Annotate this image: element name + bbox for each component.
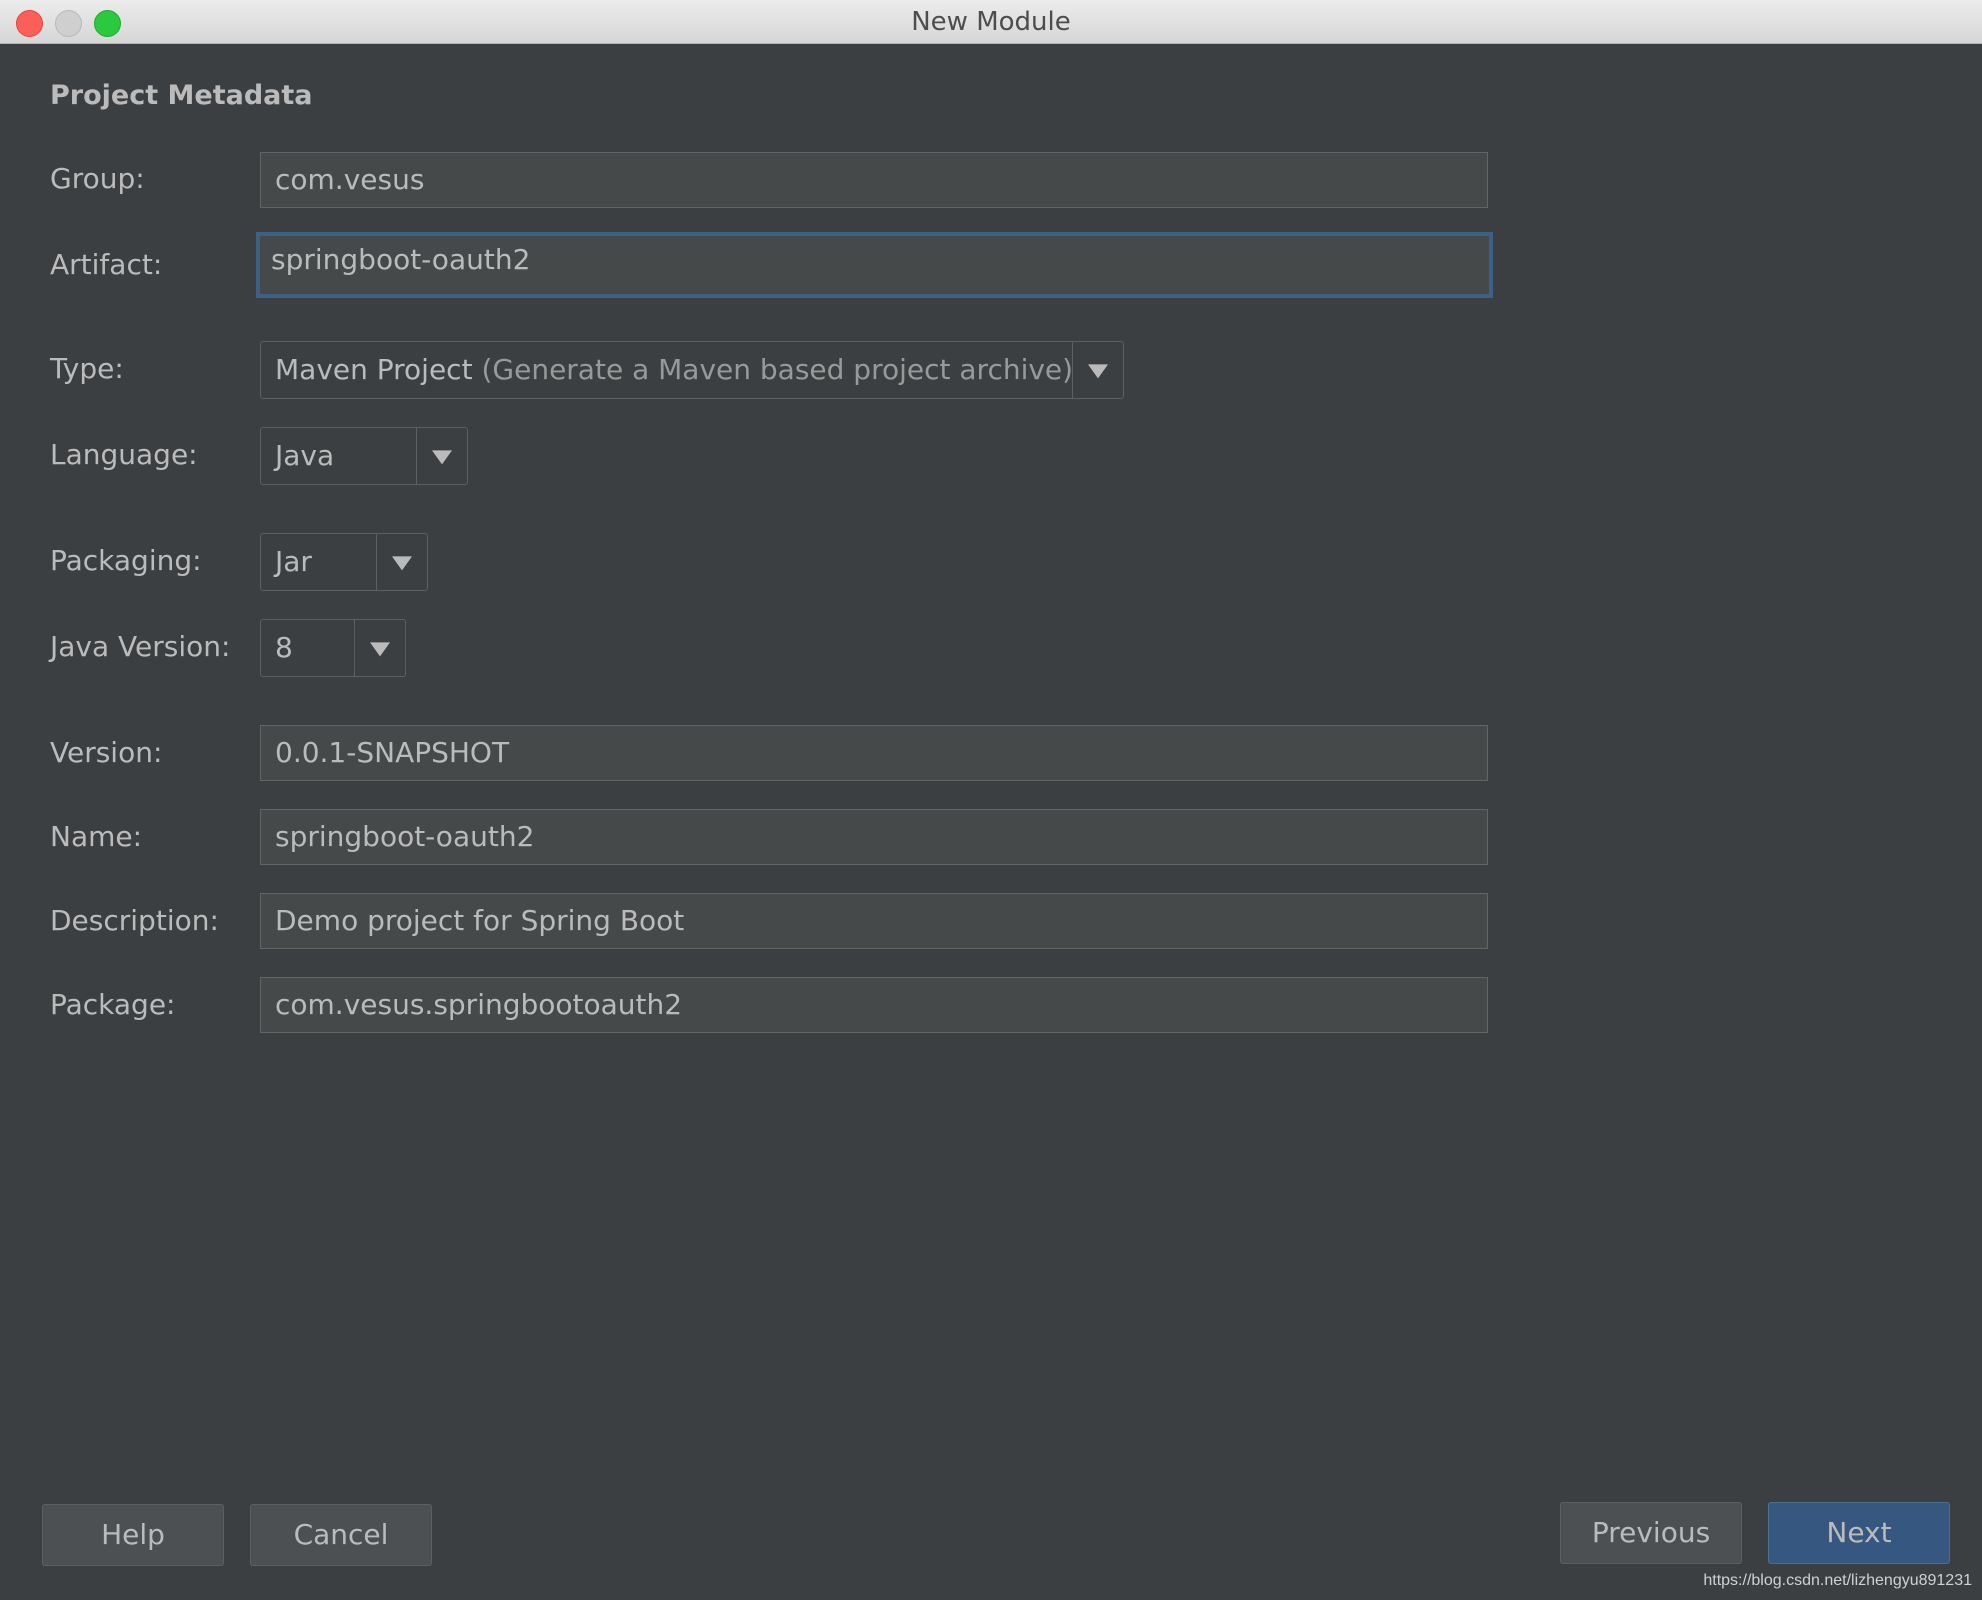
chevron-down-icon [370,642,390,657]
chevron-down-icon [392,556,412,571]
help-button[interactable]: Help [42,1504,224,1566]
language-value: Java [275,439,335,472]
packaging-value: Jar [275,545,312,578]
description-field[interactable]: Demo project for Spring Boot [260,893,1488,949]
group-label: Group: [50,162,145,195]
type-hint: (Generate a Maven based project archive) [481,353,1074,386]
chevron-down-icon [432,450,452,465]
cancel-button[interactable]: Cancel [250,1504,432,1566]
packaging-dropdown[interactable]: Jar [260,533,428,591]
next-button[interactable]: Next [1768,1502,1950,1564]
title-bar: New Module [0,0,1982,44]
java-version-value: 8 [275,631,293,664]
previous-button[interactable]: Previous [1560,1502,1742,1564]
java-version-dropdown-button[interactable] [354,620,405,676]
package-field[interactable]: com.vesus.springbootoauth2 [260,977,1488,1033]
type-dropdown[interactable]: Maven Project (Generate a Maven based pr… [260,341,1124,399]
type-value: Maven Project [275,353,473,386]
language-dropdown[interactable]: Java [260,427,468,485]
section-title: Project Metadata [50,80,313,111]
language-label: Language: [50,438,198,471]
artifact-field[interactable]: springboot-oauth2 [256,232,1493,298]
group-field[interactable]: com.vesus [260,152,1488,208]
type-label: Type: [50,352,124,385]
chevron-down-icon [1088,364,1108,379]
packaging-label: Packaging: [50,544,202,577]
name-field[interactable]: springboot-oauth2 [260,809,1488,865]
version-field[interactable]: 0.0.1-SNAPSHOT [260,725,1488,781]
java-version-label: Java Version: [50,630,231,663]
language-dropdown-button[interactable] [416,428,467,484]
artifact-label: Artifact: [50,248,163,281]
java-version-dropdown[interactable]: 8 [260,619,406,677]
type-dropdown-button[interactable] [1072,342,1123,398]
watermark: https://blog.csdn.net/lizhengyu891231 [1703,1572,1972,1589]
name-label: Name: [50,820,143,853]
description-label: Description: [50,904,219,937]
package-label: Package: [50,988,176,1021]
packaging-dropdown-button[interactable] [376,534,427,590]
window-title: New Module [911,7,1071,37]
version-label: Version: [50,736,163,769]
